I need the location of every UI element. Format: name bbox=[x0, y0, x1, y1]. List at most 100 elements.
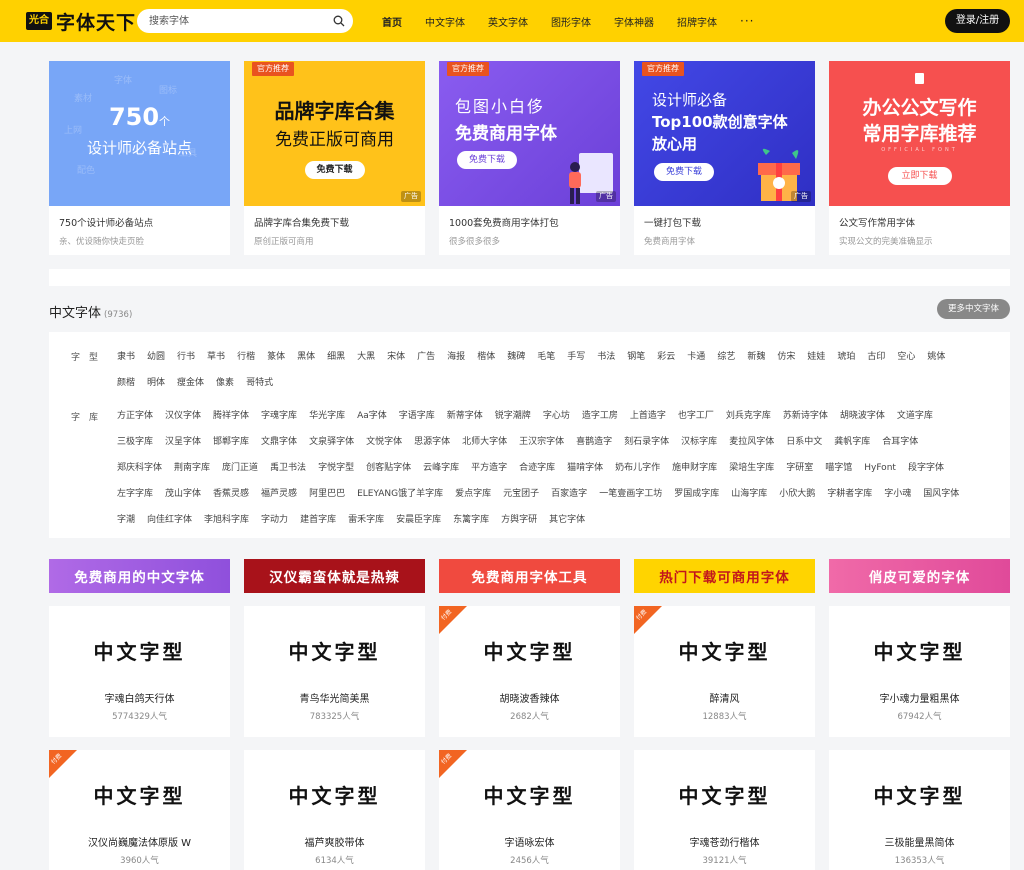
filter-type-item[interactable]: 毛笔 bbox=[537, 344, 555, 370]
filter-library-item[interactable]: 香蕉灵感 bbox=[213, 481, 249, 507]
filter-type-item[interactable]: 仿宋 bbox=[777, 344, 795, 370]
banner-card-free-commercial[interactable]: 官方推荐 包图小白侈 免费商用字体 免费下载 广告 1000套免费商用字体打包 … bbox=[439, 61, 620, 255]
font-card[interactable]: 中文字型 福芦爽胶带体 6134人气 bbox=[244, 750, 425, 870]
filter-library-item[interactable]: 字潮 bbox=[117, 507, 135, 533]
filter-library-item[interactable]: 胡晓波字体 bbox=[840, 403, 885, 429]
category-hanyi-bamán[interactable]: 汉仪霸蛮体就是热辣 bbox=[244, 559, 425, 593]
filter-library-item[interactable]: 施申财字库 bbox=[672, 455, 717, 481]
filter-library-item[interactable]: 云峰字库 bbox=[423, 455, 459, 481]
filter-library-item[interactable]: 文悦字体 bbox=[366, 429, 402, 455]
font-card[interactable]: 中文字型 字小魂力量粗黑体 67942人气 bbox=[829, 606, 1010, 737]
filter-library-item[interactable]: 喜鹊造字 bbox=[576, 429, 612, 455]
font-card[interactable]: 中文字型 字魂白鸽天行体 5774329人气 bbox=[49, 606, 230, 737]
filter-library-item[interactable]: 锐字潮牌 bbox=[495, 403, 531, 429]
banner-card-top100[interactable]: 官方推荐 设计师必备 Top100款创意字体 放心用 免费下载 广告 一键打包下… bbox=[634, 61, 815, 255]
search-icon[interactable] bbox=[333, 15, 345, 27]
filter-type-item[interactable]: 琥珀 bbox=[837, 344, 855, 370]
filter-library-item[interactable]: 罗国成字库 bbox=[674, 481, 719, 507]
filter-library-item[interactable]: 腾祥字体 bbox=[213, 403, 249, 429]
filter-library-item[interactable]: 邯郸字库 bbox=[213, 429, 249, 455]
filter-type-item[interactable]: 手写 bbox=[567, 344, 585, 370]
filter-library-item[interactable]: 字研室 bbox=[786, 455, 813, 481]
filter-library-item[interactable]: 雷禾字库 bbox=[348, 507, 384, 533]
nav-graphic-fonts[interactable]: 图形字体 bbox=[551, 14, 591, 29]
filter-type-item[interactable]: 大黑 bbox=[357, 344, 375, 370]
filter-library-item[interactable]: 刘兵克字库 bbox=[726, 403, 771, 429]
filter-type-item[interactable]: 古印 bbox=[867, 344, 885, 370]
filter-type-item[interactable]: 幼圆 bbox=[147, 344, 165, 370]
filter-library-item[interactable]: Aa字体 bbox=[357, 403, 387, 429]
nav-english-fonts[interactable]: 英文字体 bbox=[488, 14, 528, 29]
site-logo[interactable]: 光合 字体天下 bbox=[26, 9, 136, 34]
filter-library-item[interactable]: 茂山字体 bbox=[165, 481, 201, 507]
font-card[interactable]: 中文字型 青鸟华光简美黑 783325人气 bbox=[244, 606, 425, 737]
filter-library-item[interactable]: 向佳红字体 bbox=[147, 507, 192, 533]
nav-more-icon[interactable]: ··· bbox=[740, 14, 754, 28]
nav-chinese-fonts[interactable]: 中文字体 bbox=[425, 14, 465, 29]
filter-type-item[interactable]: 哥特式 bbox=[246, 370, 273, 396]
font-card[interactable]: 付费 中文字型 字语咏宏体 2456人气 bbox=[439, 750, 620, 870]
filter-type-item[interactable]: 行书 bbox=[177, 344, 195, 370]
filter-library-item[interactable]: 段字字体 bbox=[908, 455, 944, 481]
filter-type-item[interactable]: 楷体 bbox=[477, 344, 495, 370]
filter-library-item[interactable]: 郑庆科字体 bbox=[117, 455, 162, 481]
filter-library-item[interactable]: 方正字体 bbox=[117, 403, 153, 429]
filter-library-item[interactable]: 奶布儿字作 bbox=[615, 455, 660, 481]
filter-type-item[interactable]: 草书 bbox=[207, 344, 225, 370]
filter-library-item[interactable]: 方舆字研 bbox=[501, 507, 537, 533]
filter-library-item[interactable]: 苏新诗字体 bbox=[783, 403, 828, 429]
filter-library-item[interactable]: 字耕者字库 bbox=[827, 481, 872, 507]
filter-type-item[interactable]: 瘦金体 bbox=[177, 370, 204, 396]
filter-library-item[interactable]: 文道字库 bbox=[897, 403, 933, 429]
filter-type-item[interactable]: 广告 bbox=[417, 344, 435, 370]
filter-library-item[interactable]: 字动力 bbox=[261, 507, 288, 533]
filter-library-item[interactable]: 造字工房 bbox=[582, 403, 618, 429]
filter-library-item[interactable]: 字心坊 bbox=[543, 403, 570, 429]
filter-library-item[interactable]: 汉标字库 bbox=[681, 429, 717, 455]
filter-library-item[interactable]: 福芦灵感 bbox=[261, 481, 297, 507]
filter-library-item[interactable]: 东篱字库 bbox=[453, 507, 489, 533]
filter-library-item[interactable]: 王汉宗字体 bbox=[519, 429, 564, 455]
filter-library-item[interactable]: 文鼎字体 bbox=[261, 429, 297, 455]
filter-library-item[interactable]: 字魂字库 bbox=[261, 403, 297, 429]
filter-library-item[interactable]: 爱点字库 bbox=[455, 481, 491, 507]
filter-library-item[interactable]: 也字工厂 bbox=[678, 403, 714, 429]
download-now-button[interactable]: 立即下载 bbox=[887, 167, 952, 185]
filter-library-item[interactable]: 国风字体 bbox=[923, 481, 959, 507]
filter-library-item[interactable]: 庞门正道 bbox=[222, 455, 258, 481]
filter-type-item[interactable]: 颜楷 bbox=[117, 370, 135, 396]
filter-library-item[interactable]: 山海字库 bbox=[731, 481, 767, 507]
filter-type-item[interactable]: 新魏 bbox=[747, 344, 765, 370]
filter-type-item[interactable]: 钢笔 bbox=[627, 344, 645, 370]
nav-home[interactable]: 首页 bbox=[382, 14, 402, 29]
filter-type-item[interactable]: 细黑 bbox=[327, 344, 345, 370]
banner-card-design-sites[interactable]: 字体 素材 图标 上网 工具 配色 750个 设计师必备站点 750个设计师必备… bbox=[49, 61, 230, 255]
filter-library-item[interactable]: 北师大字体 bbox=[462, 429, 507, 455]
filter-type-item[interactable]: 行楷 bbox=[237, 344, 255, 370]
filter-library-item[interactable]: 文泉驿字体 bbox=[309, 429, 354, 455]
filter-type-item[interactable]: 海报 bbox=[447, 344, 465, 370]
filter-library-item[interactable]: ELEYANG饿了羊字库 bbox=[357, 481, 443, 507]
filter-library-item[interactable]: 安晨臣字库 bbox=[396, 507, 441, 533]
filter-library-item[interactable]: 合迹字库 bbox=[519, 455, 555, 481]
filter-library-item[interactable]: 上首造字 bbox=[630, 403, 666, 429]
font-card[interactable]: 付费 中文字型 醉清风 12883人气 bbox=[634, 606, 815, 737]
filter-type-item[interactable]: 综艺 bbox=[717, 344, 735, 370]
filter-library-item[interactable]: 华光字库 bbox=[309, 403, 345, 429]
filter-library-item[interactable]: 龚帆字库 bbox=[834, 429, 870, 455]
category-hot-downloads[interactable]: 热门下载可商用字体 bbox=[634, 559, 815, 593]
filter-library-item[interactable]: 阿里巴巴 bbox=[309, 481, 345, 507]
font-card[interactable]: 付费 中文字型 胡晓波香辣体 2682人气 bbox=[439, 606, 620, 737]
more-chinese-fonts-button[interactable]: 更多中文字体 bbox=[937, 299, 1010, 319]
filter-library-item[interactable]: 左字字库 bbox=[117, 481, 153, 507]
login-register-button[interactable]: 登录/注册 bbox=[945, 9, 1010, 33]
filter-library-item[interactable]: 思源字体 bbox=[414, 429, 450, 455]
filter-library-item[interactable]: 字悦字型 bbox=[318, 455, 354, 481]
filter-library-item[interactable]: 一笔壹画字工坊 bbox=[599, 481, 662, 507]
filter-type-item[interactable]: 魏碑 bbox=[507, 344, 525, 370]
filter-library-item[interactable]: 荆南字库 bbox=[174, 455, 210, 481]
filter-library-item[interactable]: 新蒂字体 bbox=[447, 403, 483, 429]
filter-library-item[interactable]: 平方造字 bbox=[471, 455, 507, 481]
filter-library-item[interactable]: 猫啃字体 bbox=[567, 455, 603, 481]
filter-library-item[interactable]: 字小魂 bbox=[884, 481, 911, 507]
